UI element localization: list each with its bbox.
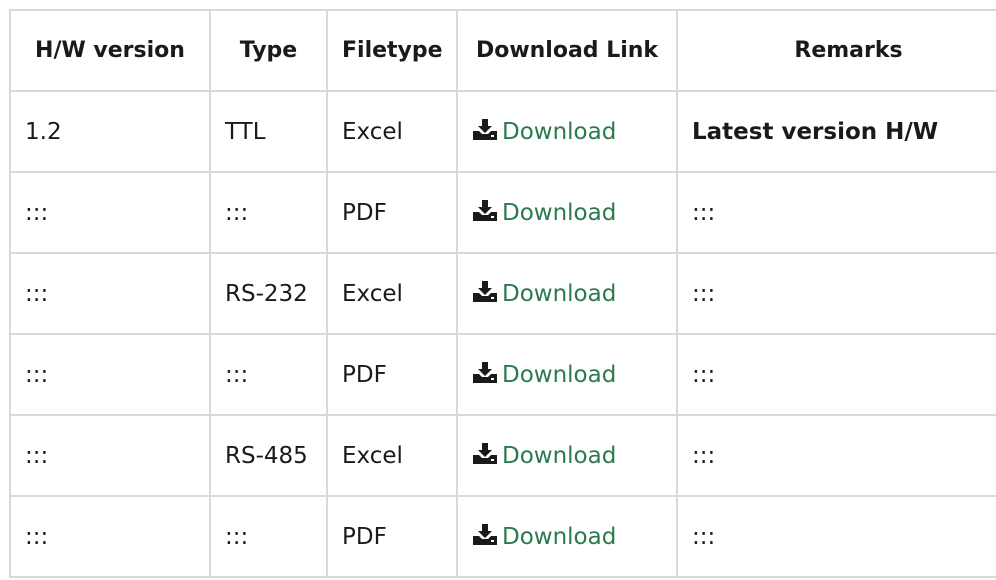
cell-remarks: :::	[676, 495, 996, 578]
cell-type: :::	[209, 333, 328, 416]
cell-filetype: PDF	[326, 333, 458, 416]
cell-remarks: :::	[676, 252, 996, 335]
page: H/W version Type Filetype Download Link …	[0, 0, 996, 580]
table-row: ::: RS-485 Excel Download:::	[9, 414, 996, 497]
download-link-label: Download	[502, 280, 617, 307]
table-row: :::::: PDF Download:::	[9, 333, 996, 416]
cell-type: :::	[209, 495, 328, 578]
cell-hw-version: 1.2	[9, 90, 211, 173]
download-link-label: Download	[502, 523, 617, 550]
cell-download-link: Download	[456, 252, 678, 335]
cell-filetype: Excel	[326, 252, 458, 335]
cell-remarks: :::	[676, 171, 996, 254]
download-icon	[472, 199, 498, 227]
cell-type: TTL	[209, 90, 328, 173]
download-icon	[472, 361, 498, 389]
download-link-label: Download	[502, 118, 617, 145]
header-hw-version: H/W version	[9, 9, 211, 92]
cell-remarks: :::	[676, 414, 996, 497]
download-icon	[472, 280, 498, 308]
cell-hw-version: :::	[9, 495, 211, 578]
cell-remarks: Latest version H/W	[676, 90, 996, 173]
download-link-label: Download	[502, 199, 617, 226]
cell-hw-version: :::	[9, 252, 211, 335]
download-link[interactable]: Download	[472, 199, 616, 227]
cell-download-link: Download	[456, 90, 678, 173]
cell-filetype: Excel	[326, 414, 458, 497]
cell-remarks: :::	[676, 333, 996, 416]
table-row: :::::: PDF Download:::	[9, 171, 996, 254]
cell-type: RS-485	[209, 414, 328, 497]
download-icon	[472, 442, 498, 470]
cell-type: :::	[209, 171, 328, 254]
table-row: ::: RS-232 Excel Download:::	[9, 252, 996, 335]
download-link[interactable]: Download	[472, 280, 616, 308]
cell-type: RS-232	[209, 252, 328, 335]
download-link[interactable]: Download	[472, 118, 616, 146]
cell-download-link: Download	[456, 495, 678, 578]
download-link[interactable]: Download	[472, 442, 616, 470]
cell-hw-version: :::	[9, 171, 211, 254]
download-link[interactable]: Download	[472, 523, 616, 551]
header-filetype: Filetype	[326, 9, 458, 92]
cell-hw-version: :::	[9, 414, 211, 497]
header-download-link: Download Link	[456, 9, 678, 92]
download-icon	[472, 118, 498, 146]
cell-hw-version: :::	[9, 333, 211, 416]
download-link-label: Download	[502, 442, 617, 469]
cell-download-link: Download	[456, 171, 678, 254]
table-row: 1.2 TTL Excel Download Latest version H/W	[9, 90, 996, 173]
cell-download-link: Download	[456, 414, 678, 497]
table-body: 1.2 TTL Excel Download Latest version H/W:::…	[9, 90, 996, 578]
download-table: H/W version Type Filetype Download Link …	[9, 9, 996, 578]
download-icon	[472, 523, 498, 551]
cell-filetype: Excel	[326, 90, 458, 173]
download-link-label: Download	[502, 361, 617, 388]
cell-filetype: PDF	[326, 495, 458, 578]
header-type: Type	[209, 9, 328, 92]
header-remarks: Remarks	[676, 9, 996, 92]
download-link[interactable]: Download	[472, 361, 616, 389]
cell-download-link: Download	[456, 333, 678, 416]
cell-filetype: PDF	[326, 171, 458, 254]
table-header-row: H/W version Type Filetype Download Link …	[9, 9, 996, 92]
table-row: :::::: PDF Download:::	[9, 495, 996, 578]
